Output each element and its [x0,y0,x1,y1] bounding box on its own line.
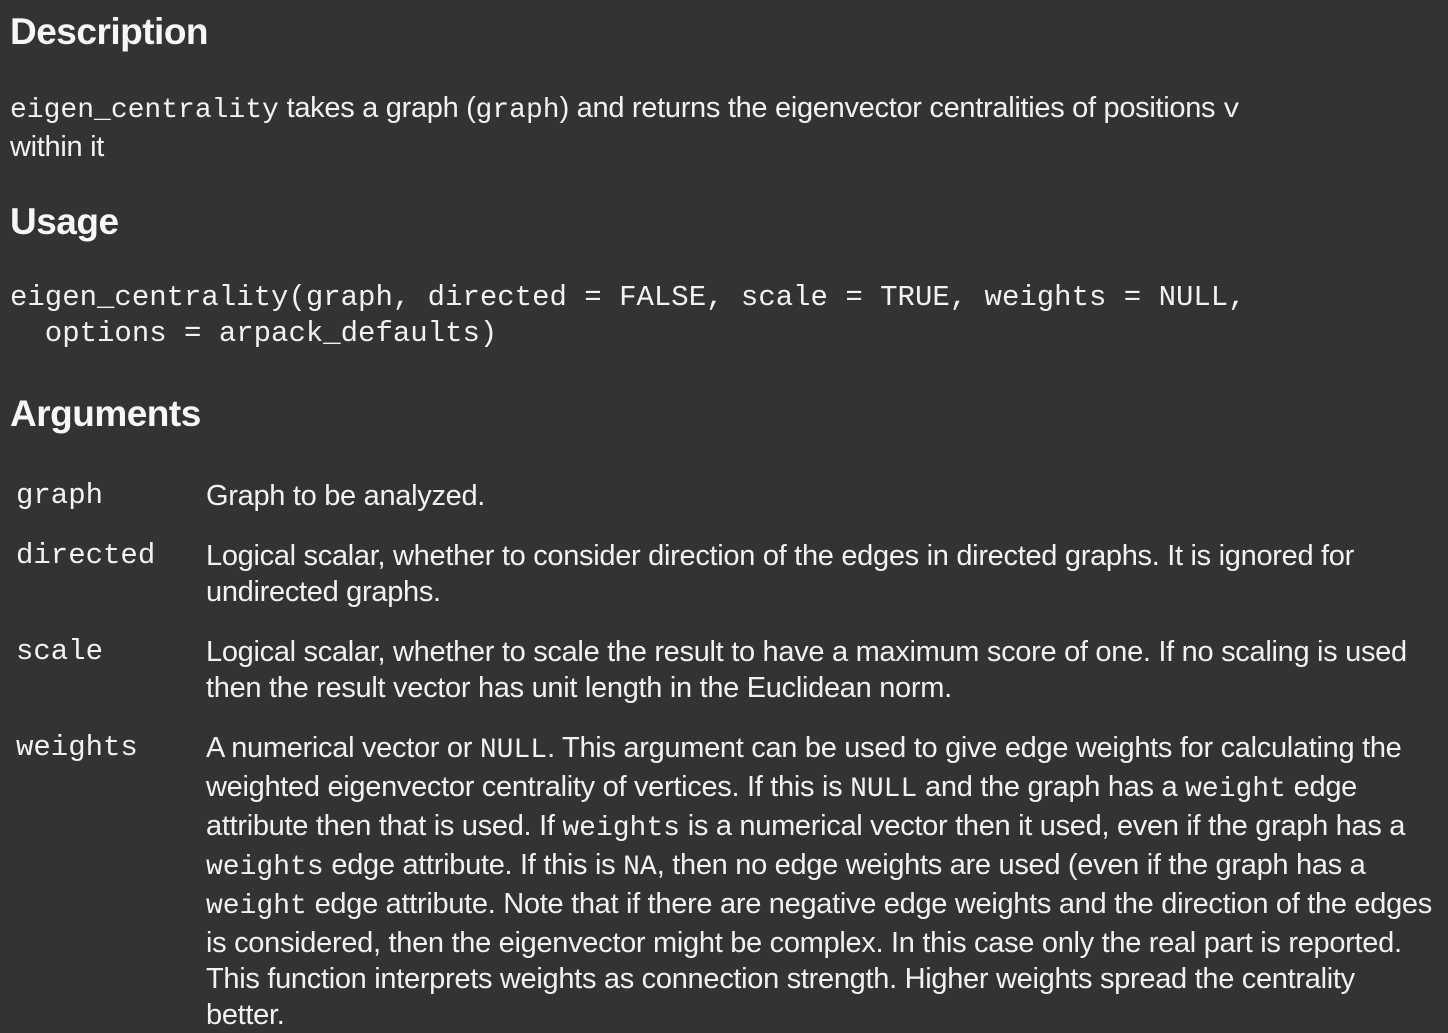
description-text: within it [10,131,104,163]
argument-name: graph [16,479,104,512]
code-weight: weight [1185,774,1286,805]
argument-description-text: Graph to be analyzed. [206,480,486,512]
argument-description-text: edge attribute. If this is [323,849,624,881]
code-weights: weights [562,813,680,844]
usage-heading: Usage [10,201,119,242]
description-heading: Description [10,11,209,52]
code-v: v [1223,95,1240,126]
argument-description: A numerical vector or NULL. This argumen… [206,730,1441,1033]
code-weight: weight [206,891,307,922]
code-na: NA [623,852,657,883]
usage-line-2: options = arpack_defaults) [10,317,498,350]
argument-description-text: A numerical vector or [206,732,480,764]
code-function-name: eigen_centrality [10,95,279,126]
argument-description: Logical scalar, whether to scale the res… [206,634,1441,706]
description-text: takes a graph ( [278,92,476,124]
argument-description-text: Logical scalar, whether to consider dire… [206,540,1354,608]
description-paragraph: eigen_centrality takes a graph (graph) a… [10,90,1430,165]
code-weights: weights [206,852,324,883]
argument-description: Graph to be analyzed. [206,478,1441,514]
argument-description-text: is a numerical vector then it used, even… [679,810,1406,842]
argument-description-text: , then no edge weights are used (even if… [656,849,1366,881]
argument-name: directed [16,539,156,572]
argument-description-text: and the graph has a [917,771,1186,803]
argument-description-text: Logical scalar, whether to scale the res… [206,636,1407,704]
usage-line-1: eigen_centrality(graph, directed = FALSE… [10,281,1246,314]
code-graph: graph [475,95,560,126]
argument-description: Logical scalar, whether to consider dire… [206,538,1441,610]
code-null: NULL [850,774,918,805]
arguments-heading: Arguments [10,393,201,434]
argument-description-text: edge attribute. Note that if there are n… [206,888,1432,1031]
description-text: ) and returns the eigenvector centraliti… [559,92,1224,124]
argument-name: scale [16,635,104,668]
code-null: NULL [479,735,548,766]
argument-name: weights [16,731,138,764]
usage-code-block: eigen_centrality(graph, directed = FALSE… [10,280,1246,352]
